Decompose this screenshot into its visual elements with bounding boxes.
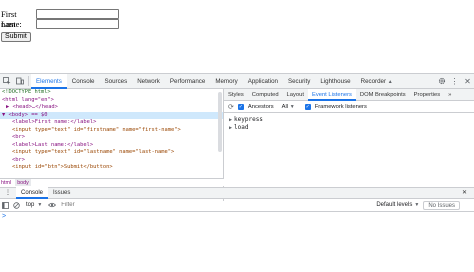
drawer-tabbar: ⋮ Console Issues ✕ bbox=[0, 187, 474, 199]
dom-line-label-last[interactable]: <label>Last name:</label> bbox=[0, 142, 223, 150]
dom-line-text: <label>First name:</label> bbox=[12, 119, 97, 125]
framework-listeners-label: Framework listeners bbox=[314, 103, 367, 110]
dom-line-head[interactable]: ▶ <head>…</head> bbox=[0, 104, 223, 112]
dom-line-text: <input type="text" id="lastname" name="l… bbox=[12, 149, 175, 155]
console-toolbar: top ▼ Default levels ▼ No Issues bbox=[0, 199, 474, 212]
dom-line-text: ▶ <head>…</head> bbox=[6, 104, 58, 110]
live-expression-eye-icon[interactable] bbox=[46, 202, 57, 208]
tab-security[interactable]: Security bbox=[283, 74, 315, 89]
ancestors-checkbox[interactable]: ✓ bbox=[237, 103, 244, 110]
breadcrumb: html body bbox=[0, 178, 224, 186]
dom-line-br[interactable]: <br> bbox=[0, 157, 223, 165]
console-prompt[interactable]: > bbox=[2, 213, 6, 220]
drawer-menu-icon[interactable]: ⋮ bbox=[0, 187, 16, 199]
devtools-tabbar: Elements Console Sources Network Perform… bbox=[0, 73, 474, 89]
log-levels-select[interactable]: Default levels ▼ bbox=[372, 202, 423, 208]
chevron-double-right-icon[interactable]: » bbox=[444, 89, 455, 101]
dom-line-button[interactable]: <input id="btn">Submit</button> bbox=[0, 164, 223, 172]
tab-dom-breakpoints[interactable]: DOM Breakpoints bbox=[356, 89, 410, 101]
tab-sources[interactable]: Sources bbox=[100, 74, 133, 89]
tab-application[interactable]: Application bbox=[243, 74, 283, 89]
side-panel: Styles Computed Layout Event Listeners D… bbox=[224, 88, 474, 202]
dom-line-text: <label>Last name:</label> bbox=[12, 141, 94, 148]
breadcrumb-body[interactable]: body bbox=[15, 179, 31, 186]
dom-line-input-last[interactable]: <input type="text" id="lastname" name="l… bbox=[0, 149, 223, 157]
listener-filter-select[interactable]: All ▼ bbox=[282, 104, 295, 110]
dom-line-input-first[interactable]: <input type="text" id="firstname" name="… bbox=[0, 127, 223, 135]
devtools-panel: Elements Console Sources Network Perform… bbox=[0, 73, 474, 227]
dom-line-text: <input type="text" id="firstname" name="… bbox=[12, 126, 181, 133]
breadcrumb-html[interactable]: html bbox=[1, 179, 11, 186]
tab-network[interactable]: Network bbox=[132, 74, 165, 89]
listener-label: keypress bbox=[234, 116, 263, 123]
last-name-row: Last name: bbox=[1, 19, 119, 39]
event-listeners-toolbar: ⟳ ✓ Ancestors All ▼ ✓ Framework listener… bbox=[224, 101, 474, 113]
dom-line-br[interactable]: <br> bbox=[0, 134, 223, 142]
dom-line-text: <html lang="en"> bbox=[2, 96, 54, 103]
inspect-element-icon[interactable] bbox=[0, 74, 13, 89]
expand-triangle-icon: ▶ bbox=[229, 125, 233, 131]
dom-line-doctype[interactable]: <!DOCTYPE html> bbox=[0, 89, 223, 97]
device-toolbar-icon[interactable] bbox=[13, 74, 26, 89]
side-panel-tabs: Styles Computed Layout Event Listeners D… bbox=[224, 88, 474, 101]
listener-item-load[interactable]: ▶ load bbox=[224, 124, 474, 132]
tab-styles[interactable]: Styles bbox=[224, 89, 248, 101]
first-name-row: First name: bbox=[1, 9, 119, 29]
tab-layout[interactable]: Layout bbox=[283, 89, 308, 101]
dom-line-label-first[interactable]: <label>First name:</label> bbox=[0, 119, 223, 127]
context-value: top bbox=[26, 202, 35, 208]
settings-gear-icon[interactable] bbox=[435, 74, 448, 89]
framework-listeners-checkbox[interactable]: ✓ bbox=[304, 103, 311, 110]
tab-recorder[interactable]: Recorder ▲ bbox=[356, 74, 398, 89]
sidebar-toggle-icon[interactable] bbox=[0, 201, 11, 209]
clear-console-icon[interactable] bbox=[11, 201, 22, 209]
dom-line-text: <br> bbox=[12, 134, 25, 140]
context-select[interactable]: top ▼ bbox=[22, 202, 46, 208]
dom-line-text: <br> bbox=[12, 156, 25, 163]
tab-elements[interactable]: Elements bbox=[31, 73, 67, 89]
drawer-tab-console[interactable]: Console bbox=[16, 187, 49, 199]
tab-console[interactable]: Console bbox=[67, 74, 100, 89]
chevron-down-icon: ▼ bbox=[414, 202, 420, 208]
tab-performance[interactable]: Performance bbox=[165, 74, 210, 89]
drawer-tab-issues[interactable]: Issues bbox=[48, 187, 75, 199]
console-filter-input[interactable] bbox=[57, 200, 358, 210]
issues-counter-button[interactable]: No Issues bbox=[423, 200, 460, 210]
refresh-icon[interactable]: ⟳ bbox=[228, 103, 234, 111]
listener-item-keypress[interactable]: ▶ keypress bbox=[224, 116, 474, 124]
dom-line-text: ▼ <body> == $0 bbox=[2, 111, 48, 118]
first-name-input[interactable] bbox=[36, 9, 119, 19]
close-drawer-icon[interactable]: ✕ bbox=[457, 187, 472, 199]
tab-event-listeners[interactable]: Event Listeners bbox=[307, 88, 356, 101]
issues-counter-label: No Issues bbox=[428, 202, 455, 209]
chevron-down-icon: ▼ bbox=[37, 202, 43, 208]
tab-memory[interactable]: Memory bbox=[210, 74, 242, 89]
page-form: First name: Last name: Submit bbox=[0, 6, 474, 72]
dom-line-text: <input id="btn">Submit</button> bbox=[12, 164, 113, 170]
submit-button[interactable]: Submit bbox=[1, 32, 31, 42]
tab-computed[interactable]: Computed bbox=[248, 89, 283, 101]
tab-lighthouse[interactable]: Lighthouse bbox=[315, 74, 355, 89]
listener-filter-value: All bbox=[281, 103, 289, 110]
dom-line-body[interactable]: ▼ <body> == $0 bbox=[0, 111, 223, 119]
dom-line-text: <!DOCTYPE html> bbox=[2, 89, 51, 95]
tab-properties[interactable]: Properties bbox=[410, 89, 444, 101]
dom-line-html[interactable]: <html lang="en"> bbox=[0, 97, 223, 105]
tab-recorder-label: Recorder bbox=[360, 77, 387, 85]
close-devtools-icon[interactable]: ✕ bbox=[461, 74, 474, 89]
last-name-input[interactable] bbox=[36, 19, 119, 29]
tabbar-divider bbox=[28, 76, 29, 86]
expand-triangle-icon: ▶ bbox=[229, 117, 233, 123]
log-levels-label: Default levels bbox=[376, 202, 413, 208]
listener-label: load bbox=[234, 124, 249, 131]
ancestors-label: Ancestors bbox=[247, 103, 274, 110]
more-options-icon[interactable]: ⋮ bbox=[448, 74, 461, 89]
chevron-down-icon: ▼ bbox=[289, 103, 295, 110]
dom-tree-scrollbar[interactable] bbox=[218, 92, 222, 152]
flask-icon: ▲ bbox=[387, 78, 393, 85]
